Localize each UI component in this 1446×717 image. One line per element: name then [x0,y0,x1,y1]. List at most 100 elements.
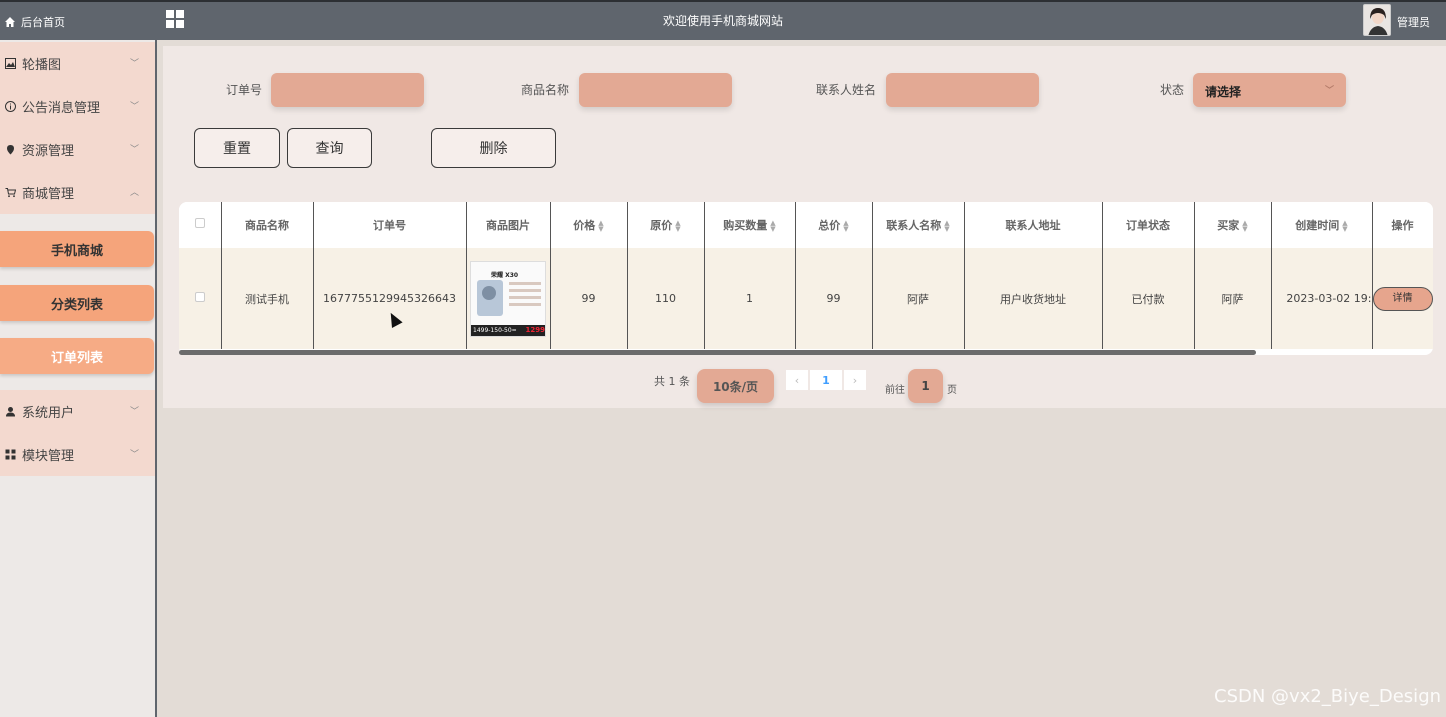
order-no-input[interactable] [271,73,424,107]
sort-icon[interactable]: ▲ ▼ [843,219,848,232]
sidebar-item-modules[interactable]: 模块管理 ﹀ [0,433,155,476]
sort-icon[interactable]: ▲ ▼ [598,219,603,232]
info-circle-icon [4,101,16,113]
sort-icon[interactable]: ▲ ▼ [1342,219,1347,232]
goto-page-input[interactable]: 1 [908,369,943,403]
row-checkbox[interactable] [194,292,205,302]
column-header-sortable[interactable]: 买家 ▲ ▼ [1194,202,1272,249]
column-header-sortable[interactable]: 购买数量 ▲ ▼ [704,202,796,249]
cell-contact-name: 阿萨 [872,248,965,349]
prev-page-button[interactable]: ‹ [786,370,808,390]
column-header-label: 订单号 [373,218,406,232]
contact-name-label: 联系人姓名 [816,83,877,97]
sidebar-item-mall[interactable]: 商城管理 ︿ [0,171,155,214]
table-body: 测试手机 1677755129945326643 荣耀 X30 1499-150… [179,248,1433,349]
sidebar-subitem-label: 订单列表 [50,350,103,366]
pagination-total: 共 1 条 [654,375,690,388]
product-image-brand: 荣耀 X30 [491,271,519,279]
column-header-label: 价格 [573,218,596,232]
cell-price: 99 [550,248,628,349]
chevron-down-icon: ﹀ [129,145,139,155]
page-size-select[interactable]: 10条/页 [697,369,774,403]
column-header-label: 操作 [1391,218,1414,232]
menu-group-top: 轮播图 ﹀ 公告消息管理 ﹀ 资源管理 ﹀ 商城管理 ︿ [0,42,155,214]
column-header-label: 创建时间 [1295,218,1340,232]
sort-icon[interactable]: ▲ ▼ [944,219,949,232]
select-all-checkbox[interactable] [194,218,205,229]
user-icon [4,406,16,418]
column-header-label: 商品图片 [486,218,530,232]
goto-label: 前往 [885,385,905,396]
delete-button[interactable]: 删除 [431,128,556,168]
reset-button[interactable]: 重置 [194,128,280,168]
cell-contact-address: 用户收货地址 [964,248,1103,349]
sidebar-subitem-order-list[interactable]: 订单列表 [0,338,154,374]
page-number-1[interactable]: 1 [810,370,842,390]
next-page-button[interactable]: › [844,370,866,390]
created-at-value: 2023-03-02 19: [1286,292,1372,305]
sidebar-item-system-users[interactable]: 系统用户 ﹀ [0,390,155,433]
column-header: 订单号 [313,202,467,249]
sidebar-item-label: 商城管理 [22,187,75,202]
user-name[interactable]: 管理员 [1397,14,1430,30]
status-label: 状态 [1160,83,1185,97]
column-header-label: 订单状态 [1126,218,1170,232]
contact-name-input[interactable] [886,73,1039,107]
product-image-price-band: 1499-150-50= [473,326,517,334]
product-name-label: 商品名称 [521,83,570,97]
sidebar-item-label: 轮播图 [22,58,62,73]
location-pin-icon [4,144,16,156]
column-header-sortable[interactable]: 总价 ▲ ▼ [795,202,873,249]
product-name-input[interactable] [579,73,732,107]
cell-actions: 详情 [1372,248,1433,349]
sidebar-item-label: 模块管理 [22,449,75,464]
image-icon [4,58,16,70]
sort-icon[interactable]: ▲ ▼ [675,219,680,232]
chevron-down-icon: ﹀ [129,450,139,460]
column-header-sortable[interactable]: 价格 ▲ ▼ [550,202,628,249]
product-image-price: 1299 [525,325,545,334]
column-header-sortable[interactable]: 联系人名称 ▲ ▼ [872,202,965,249]
column-header: 商品图片 [466,202,551,249]
sidebar-subitem-category-list[interactable]: 分类列表 [0,285,154,321]
sort-icon[interactable]: ▲ ▼ [1242,219,1247,232]
column-header-label: 购买数量 [723,218,768,232]
site-title: 欢迎使用手机商城网站 [662,14,783,28]
table-row[interactable]: 测试手机 1677755129945326643 荣耀 X30 1499-150… [179,248,1433,349]
shopping-cart-icon [4,187,16,199]
column-header-label: 联系人名称 [886,218,942,232]
cell-original-price: 110 [627,248,705,349]
top-bar: 后台首页 欢迎使用手机商城网站 管理员 [0,0,1446,40]
search-button[interactable]: 查询 [287,128,372,168]
column-header: 订单状态 [1102,202,1195,249]
sidebar-item-label: 公告消息管理 [22,101,101,116]
chevron-down-icon: ﹀ [129,407,139,417]
sidebar-subitem-label: 手机商城 [50,243,103,259]
status-select[interactable]: 请选择 ﹀ [1193,73,1346,107]
horizontal-scrollbar[interactable] [179,350,1256,355]
column-header: 商品名称 [221,202,314,249]
column-header-label: 原价 [650,218,673,232]
product-image[interactable]: 荣耀 X30 1499-150-50= 1299 [470,260,546,337]
grid-icon [4,449,16,461]
watermark: CSDN @vx2_Biye_Design [1214,686,1442,707]
chevron-down-icon: ﹀ [129,102,139,112]
sidebar-subitem-phone-mall[interactable]: 手机商城 [0,231,154,267]
menu-group-bottom: 系统用户 ﹀ 模块管理 ﹀ [0,390,155,476]
cell-quantity: 1 [704,248,796,349]
chevron-down-icon: ﹀ [129,59,139,69]
page-unit-label: 页 [947,385,957,396]
detail-button[interactable]: 详情 [1372,286,1432,311]
row-select-cell [179,248,222,349]
chevron-up-icon: ︿ [129,188,139,198]
sidebar-item-resources[interactable]: 资源管理 ﹀ [0,128,155,171]
column-header-sortable[interactable]: 创建时间 ▲ ▼ [1271,202,1373,249]
sidebar-item-notices[interactable]: 公告消息管理 ﹀ [0,85,155,128]
avatar[interactable] [1363,4,1391,36]
column-header-sortable[interactable]: 原价 ▲ ▼ [627,202,705,249]
sort-icon[interactable]: ▲ ▼ [770,219,775,232]
column-header-label: 买家 [1217,218,1240,232]
chevron-down-icon: ﹀ [1324,86,1334,96]
column-header-label: 商品名称 [245,218,289,232]
sidebar-item-carousel[interactable]: 轮播图 ﹀ [0,42,155,85]
